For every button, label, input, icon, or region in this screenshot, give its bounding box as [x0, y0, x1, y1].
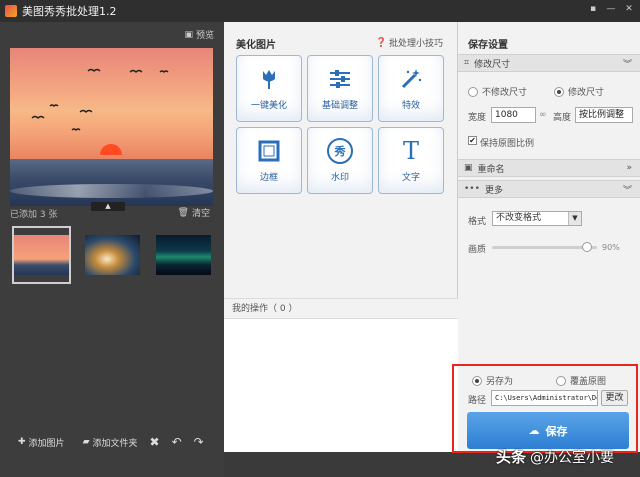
thumbnail-aurora[interactable]	[154, 226, 213, 284]
crop-icon: ⌗	[464, 58, 470, 68]
image-list-panel: ▣ 预览 ▲ 已添加 3 张 🗑 清空 ✚ 添加图片 ▰ 添加文件夹 ✖ ↶ ↷	[0, 22, 224, 477]
keep-ratio-label: 保持原图比例	[480, 139, 535, 149]
add-image-button[interactable]: ✚ 添加图片	[18, 436, 65, 449]
height-input[interactable]: 按比例调整	[575, 107, 633, 123]
app-logo-icon	[5, 5, 17, 17]
tool-effects[interactable]: 特效	[378, 55, 444, 122]
cloud-save-icon: ☁	[528, 424, 540, 437]
quality-slider-thumb[interactable]	[581, 242, 592, 252]
chevron-down-icon: ︾	[622, 185, 632, 196]
tulip-icon	[256, 66, 282, 92]
save-button[interactable]: ☁ 保存	[467, 412, 629, 449]
quality-value: 90%	[602, 243, 620, 252]
my-operations-heading: 我的操作（ 0 ）	[224, 299, 458, 319]
beautify-heading: 美化图片	[236, 40, 276, 51]
chevron-right-icon: »	[626, 163, 632, 173]
tips-link[interactable]: ❓ 批处理小技巧	[375, 36, 443, 50]
quality-label: 画质	[468, 245, 487, 255]
title-bar: 美图秀秀批处理1.2 ▪ — ✕	[0, 0, 640, 22]
thumbnail-fireworks[interactable]	[83, 226, 142, 284]
link-ratio-icon[interactable]: ∞	[539, 110, 547, 120]
birds-graphic	[31, 68, 169, 131]
resize-section-header[interactable]: ⌗ 修改尺寸 ︾	[458, 54, 640, 72]
plus-icon: ✚	[18, 437, 26, 447]
menu-icon[interactable]: ▪	[586, 3, 600, 16]
magic-wand-icon	[398, 66, 424, 92]
rename-icon: ▣	[464, 163, 473, 173]
rename-section-header[interactable]: ▣ 重命名 »	[458, 159, 640, 177]
rotate-right-icon[interactable]: ↷	[194, 435, 204, 449]
question-icon: ❓	[375, 37, 387, 48]
delete-icon[interactable]: ✖	[150, 435, 160, 449]
xiu-seal-icon: 秀	[327, 138, 353, 164]
close-icon[interactable]: ✕	[622, 3, 636, 16]
preview-button[interactable]: ▣ 预览	[184, 28, 214, 42]
more-section-header[interactable]: ••• 更多 ︾	[458, 180, 640, 198]
save-settings-title: 保存设置	[468, 40, 508, 51]
radio-no-resize[interactable]	[468, 86, 478, 97]
radio-resize[interactable]	[554, 86, 564, 97]
preview-icon: ▣	[184, 29, 193, 40]
add-folder-button[interactable]: ▰ 添加文件夹	[83, 436, 138, 449]
clear-button[interactable]: 🗑 清空	[177, 206, 210, 220]
more-dots-icon: •••	[464, 184, 480, 194]
source-watermark: 头条 @办公室小要	[496, 448, 615, 466]
my-operations-panel: 我的操作（ 0 ）	[224, 298, 458, 452]
width-label: 宽度	[468, 113, 487, 123]
tool-frame[interactable]: 边框	[236, 127, 302, 194]
dropdown-arrow-icon: ▼	[568, 212, 581, 225]
thumbnail-sunset[interactable]	[12, 226, 71, 284]
trash-icon: 🗑	[177, 207, 189, 218]
collapse-preview-button[interactable]: ▲	[91, 202, 125, 211]
tool-auto-beautify[interactable]: 一键美化	[236, 55, 302, 122]
tool-watermark[interactable]: 秀 水印	[307, 127, 373, 194]
width-input[interactable]: 1080	[491, 107, 536, 123]
keep-ratio-checkbox[interactable]: ✔	[468, 136, 477, 145]
rotate-left-icon[interactable]: ↶	[172, 435, 182, 449]
beautify-panel: 美化图片 ❓ 批处理小技巧 一键美化 基础调整 特效 边框 秀 水印 T 文字 …	[224, 22, 458, 452]
minimize-icon[interactable]: —	[604, 3, 618, 16]
folder-icon: ▰	[82, 437, 90, 447]
added-count: 已添加 3 张	[10, 210, 58, 220]
format-select[interactable]: 不改变格式 ▼	[492, 211, 582, 226]
no-resize-option[interactable]: 不修改尺寸	[468, 85, 527, 98]
sliders-icon	[327, 66, 353, 92]
frame-icon	[256, 138, 282, 164]
tool-basic-adjust[interactable]: 基础调整	[307, 55, 373, 122]
tool-text[interactable]: T 文字	[378, 127, 444, 194]
chevron-down-icon: ︾	[622, 59, 632, 70]
text-t-icon: T	[402, 137, 419, 165]
height-label: 高度	[553, 113, 572, 123]
resize-option[interactable]: 修改尺寸	[554, 85, 604, 98]
format-label: 格式	[468, 217, 487, 227]
window-title: 美图秀秀批处理1.2	[22, 5, 117, 18]
preview-image	[10, 48, 213, 206]
